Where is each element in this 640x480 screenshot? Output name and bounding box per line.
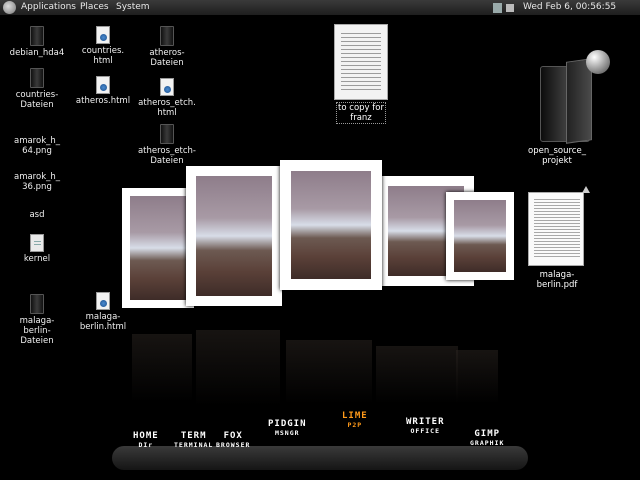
- desktop-icon[interactable]: atheros_etch. html: [132, 78, 202, 118]
- desktop-icon-label: debian_hda4: [9, 48, 65, 58]
- folder-icon: [160, 26, 174, 46]
- folder-door: [566, 58, 592, 144]
- desktop-icon-label: countries. html: [81, 46, 125, 66]
- photo-reflection: [132, 334, 192, 402]
- text-file-icon: [30, 234, 44, 252]
- dock-item-subtitle: DIr: [138, 441, 154, 449]
- dock-item-title: WRITER: [406, 417, 445, 427]
- gnome-foot-icon[interactable]: [3, 1, 16, 14]
- pdf-icon[interactable]: [528, 192, 584, 266]
- desktop-icon-label: amarok_h_ 64.png: [13, 136, 60, 156]
- desktop-icon-label: atheros_etch. html: [138, 98, 196, 118]
- menu-applications[interactable]: Applications: [21, 2, 76, 12]
- folder-icon: [30, 26, 44, 46]
- desktop-icon[interactable]: asd: [2, 210, 72, 220]
- photo-thumbnail-selected[interactable]: [280, 160, 382, 290]
- desktop-icon-label: countries- Dateien: [15, 90, 59, 110]
- desktop-icon-label: malaga- berlin- Dateien: [19, 316, 55, 346]
- folder-icon: [30, 68, 44, 88]
- dock-item-subtitle: MSNGR: [274, 429, 300, 437]
- desktop-icon[interactable]: amarok_h_ 64.png: [2, 136, 72, 156]
- html-file-icon: [96, 26, 110, 44]
- dock-item-title: GIMP: [474, 429, 501, 439]
- photo-thumbnail[interactable]: [186, 166, 282, 306]
- menu-places[interactable]: Places: [80, 2, 109, 12]
- desktop-icon[interactable]: atheros_etch- Dateien: [132, 124, 202, 166]
- folder-label: open_source_ projekt: [528, 146, 586, 166]
- dock-item-lime[interactable]: LIME P2P: [342, 412, 368, 430]
- dock-item-title: HOME: [133, 431, 159, 441]
- dock-item-subtitle: OFFICE: [410, 427, 440, 435]
- document-preview-icon[interactable]: [334, 24, 388, 100]
- dock-item-title: TERM: [180, 431, 207, 441]
- desktop-icon-label: atheros- Dateien: [149, 48, 185, 68]
- panel-clock[interactable]: Wed Feb 6, 00:56:55: [523, 2, 616, 12]
- tray-icons[interactable]: [492, 1, 518, 15]
- eject-arrow-icon: [582, 186, 590, 193]
- desktop-icon[interactable]: amarok_h_ 36.png: [2, 172, 72, 192]
- photo-thumbnail[interactable]: [122, 188, 194, 308]
- dock-item-writer[interactable]: WRITER OFFICE: [406, 418, 445, 436]
- desktop-icon[interactable]: debian_hda4: [2, 26, 72, 58]
- dock-item-title: FOX: [223, 431, 243, 441]
- desktop-icon[interactable]: atheros.html: [68, 76, 138, 106]
- volume-icon: [506, 4, 514, 12]
- folder-icon: [30, 294, 44, 314]
- orb-icon: [586, 50, 610, 74]
- dock-item-title: LIME: [342, 411, 368, 421]
- desktop-icon[interactable]: malaga- berlin- Dateien: [2, 294, 72, 346]
- photo-reflection: [376, 346, 458, 404]
- photo-thumbnail[interactable]: [446, 192, 514, 280]
- desktop-icon-label: atheros_etch- Dateien: [137, 146, 197, 166]
- dock-item-subtitle: TERMINAL: [174, 441, 214, 449]
- dock-item-pidgin[interactable]: PIDGIN MSNGR: [268, 420, 307, 438]
- document-label: to copy for franz: [336, 102, 386, 124]
- network-icon: [493, 3, 502, 13]
- desktop-icon-label: atheros.html: [75, 96, 131, 106]
- dock-item-subtitle: P2P: [347, 421, 363, 429]
- desktop-icon-label: kernel: [23, 254, 51, 264]
- html-file-icon: [160, 78, 174, 96]
- dock-item-title: PIDGIN: [268, 419, 307, 429]
- desktop-icon-label: amarok_h_ 36.png: [13, 172, 60, 192]
- dock-item-subtitle: BROWSER: [216, 441, 251, 449]
- desktop-icon[interactable]: countries. html: [68, 26, 138, 66]
- dock-item-home[interactable]: HOME DIr: [133, 432, 159, 450]
- desktop-icon[interactable]: countries- Dateien: [2, 68, 72, 110]
- photo-reflection: [196, 330, 280, 406]
- pdf-label: malaga- berlin.pdf: [536, 270, 578, 290]
- dock-item-gimp[interactable]: GIMP GRAPHIK: [470, 430, 504, 448]
- html-file-icon: [96, 292, 110, 310]
- top-panel: Applications Places System Wed Feb 6, 00…: [0, 0, 640, 16]
- photo-reflection: [286, 340, 372, 404]
- photo-reflection: [456, 350, 498, 404]
- desktop-icon-label: malaga- berlin.html: [79, 312, 127, 332]
- html-file-icon: [96, 76, 110, 94]
- folder-icon: [160, 124, 174, 144]
- desktop-icon[interactable]: atheros- Dateien: [132, 26, 202, 68]
- dock-item-term[interactable]: TERM TERMINAL: [174, 432, 213, 450]
- desktop-icon[interactable]: kernel: [2, 234, 72, 264]
- menu-system[interactable]: System: [116, 2, 150, 12]
- dock-item-fox[interactable]: FOX BROWSER: [216, 432, 250, 450]
- desktop-icon-label: asd: [29, 210, 45, 220]
- dock-item-subtitle: GRAPHIK: [470, 439, 505, 447]
